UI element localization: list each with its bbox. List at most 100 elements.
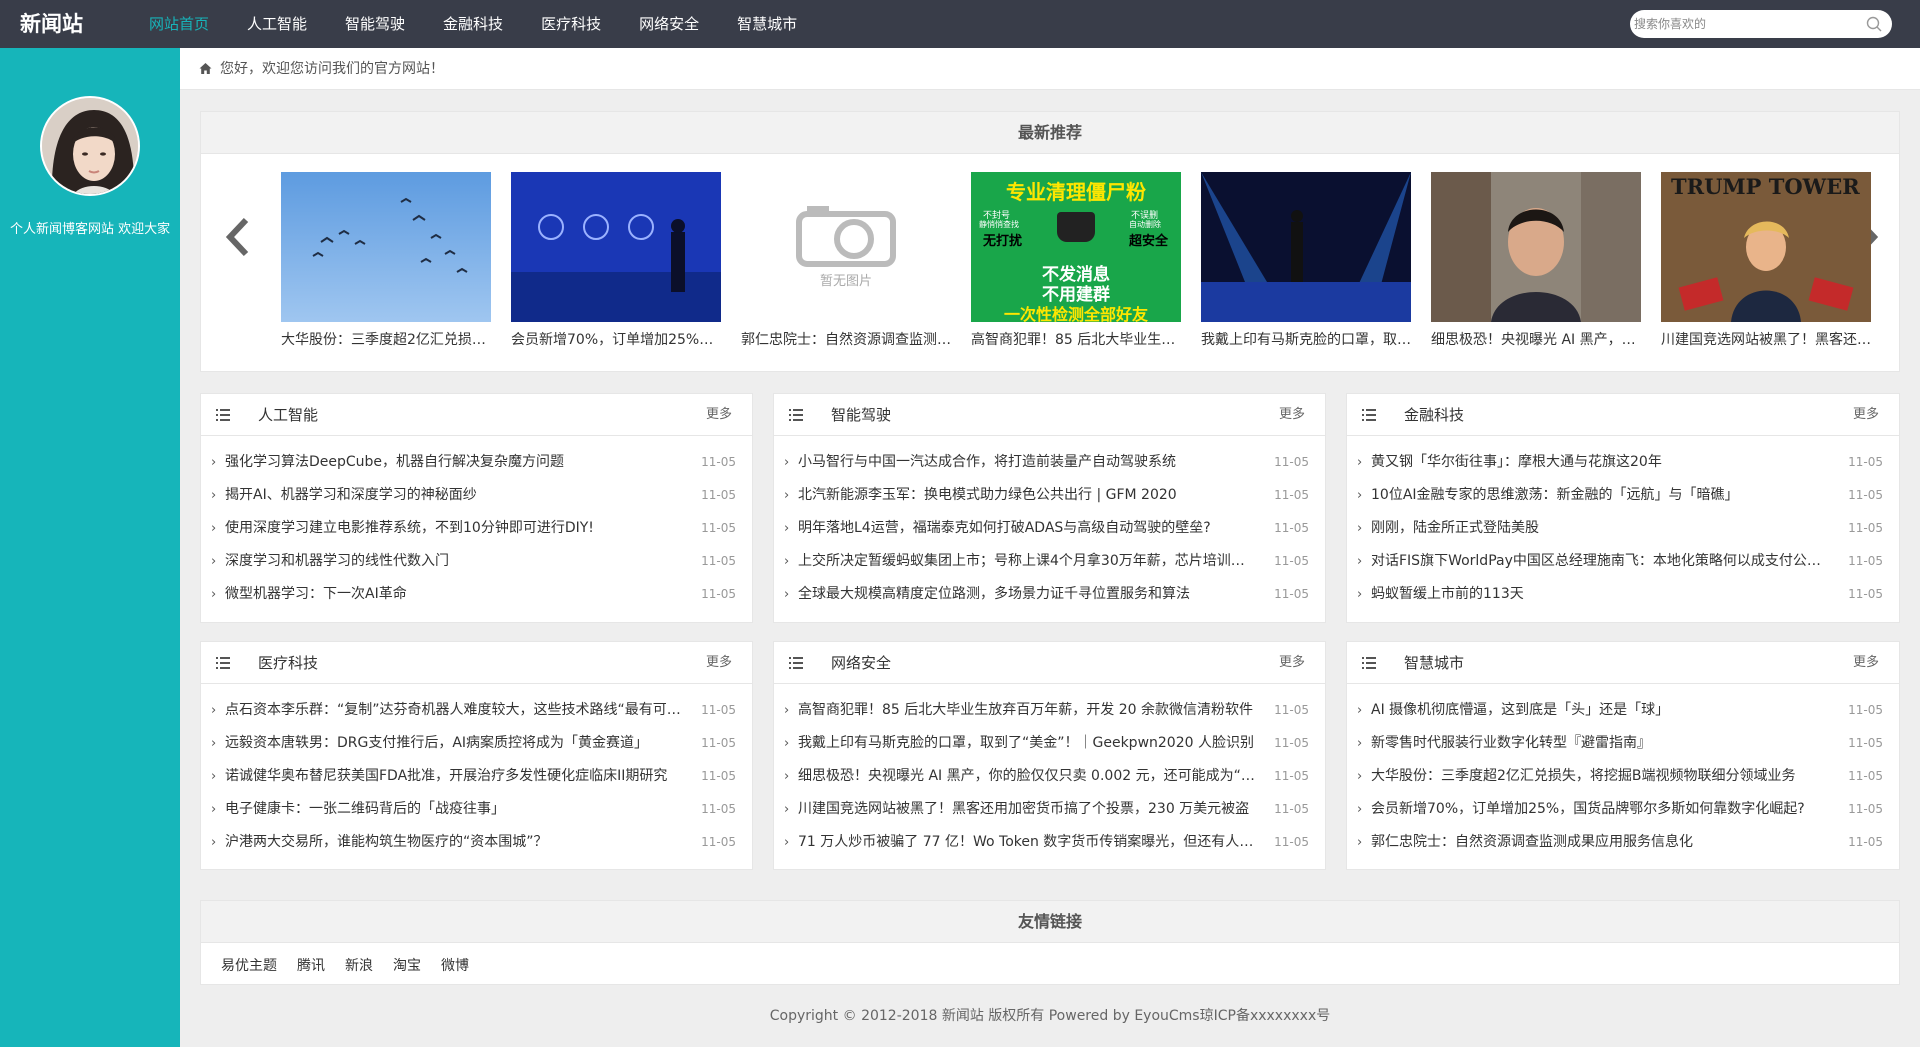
friend-link[interactable]: 新浪 [345,955,373,975]
nav-item-autodrive[interactable]: 智能驾驶 [326,0,424,48]
list-item[interactable]: › 高智商犯罪！85 后北大毕业生放弃百万年薪，开发 20 余款微信清粉软件 11-… [774,694,1325,727]
carousel-slide[interactable]: 暂无图片 郭仁忠院士：自然资源调查监测成果应用服务信息化 [741,172,951,349]
list-item[interactable]: › 我戴上印有马斯克脸的口罩，取到了“美金”！｜Geekpwn2020 人脸识别 1… [774,727,1325,760]
list-item[interactable]: › 使用深度学习建立电影推荐系统，不到10分钟即可进行DIY! 11-05 [201,512,752,545]
slide-caption[interactable]: 细思极恐！央视曝光 AI 黑产，你的脸仅仅只卖 0.002 元 [1431,329,1641,349]
avatar[interactable] [40,96,140,196]
slide-image[interactable] [1201,172,1411,322]
nav-item-smartcity[interactable]: 智慧城市 [718,0,816,48]
search-input[interactable] [1634,13,1854,35]
site-logo[interactable]: 新闻站 [20,0,83,48]
list-item[interactable]: › 强化学习算法DeepCube，机器自行解决复杂魔方问题 11-05 [201,446,752,479]
list-item[interactable]: › 71 万人炒币被骗了 77 亿！Wo Token 数字货币传销案曝光，但还有人… [774,826,1325,859]
article-title[interactable]: AI 摄像机彻底懵逼，这到底是「头」还是「球」 [1371,694,1831,727]
list-item[interactable]: › 明年落地L4运营，福瑞泰克如何打破ADAS与高级自动驾驶的壁垒? 11-05 [774,512,1325,545]
list-item[interactable]: › 新零售时代服装行业数字化转型『避雷指南』 11-05 [1347,727,1899,760]
more-link[interactable]: 更多 [1279,394,1305,436]
list-item[interactable]: › 郭仁忠院士：自然资源调查监测成果应用服务信息化 11-05 [1347,826,1899,859]
carousel-slide[interactable]: 我戴上印有马斯克脸的口罩，取到了“美金”！｜Geekpwn2020 人脸识别 [1201,172,1411,349]
slide-image[interactable] [1431,172,1641,322]
list-item[interactable]: › 会员新增70%，订单增加25%，国货品牌鄂尔多斯如何靠数字化崛起? 11-05 [1347,793,1899,826]
carousel-prev-arrow[interactable] [219,212,255,262]
list-item[interactable]: › 刚刚，陆金所正式登陆美股 11-05 [1347,512,1899,545]
article-title[interactable]: 细思极恐！央视曝光 AI 黑产，你的脸仅仅只卖 0.002 元，还可能成为“帮凶… [798,760,1258,793]
friend-link[interactable]: 易优主题 [221,955,277,975]
more-link[interactable]: 更多 [1279,642,1305,684]
slide-caption[interactable]: 高智商犯罪！85 后北大毕业生放弃百万年薪，开发 20 余款微信清粉软件 [971,329,1181,349]
article-title[interactable]: 强化学习算法DeepCube，机器自行解决复杂魔方问题 [225,446,685,479]
article-title[interactable]: 刚刚，陆金所正式登陆美股 [1371,512,1831,545]
friend-link[interactable]: 微博 [441,955,469,975]
list-item[interactable]: › 北汽新能源李玉军：换电模式助力绿色公共出行 | GFM 2020 11-05 [774,479,1325,512]
article-title[interactable]: 川建国竞选网站被黑了！黑客还用加密货币搞了个投票，230 万美元被盗 [798,793,1258,826]
slide-caption[interactable]: 大华股份：三季度超2亿汇兑损失，将挖掘B端视频物联细分领域业务 [281,329,491,349]
carousel-slide[interactable]: 细思极恐！央视曝光 AI 黑产，你的脸仅仅只卖 0.002 元 [1431,172,1641,349]
nav-item-ai[interactable]: 人工智能 [228,0,326,48]
article-title[interactable]: 电子健康卡：一张二维码背后的「战疫往事」 [225,793,685,826]
article-title[interactable]: 使用深度学习建立电影推荐系统，不到10分钟即可进行DIY! [225,512,685,545]
search-icon[interactable] [1866,16,1882,32]
article-title[interactable]: 微型机器学习：下一次AI革命 [225,578,685,611]
list-item[interactable]: › AI 摄像机彻底懵逼，这到底是「头」还是「球」 11-05 [1347,694,1899,727]
article-title[interactable]: 高智商犯罪！85 后北大毕业生放弃百万年薪，开发 20 余款微信清粉软件 [798,694,1258,727]
slide-caption[interactable]: 郭仁忠院士：自然资源调查监测成果应用服务信息化 [741,329,951,349]
slide-image[interactable]: 专业清理僵尸粉 不封号 不误删 静悄悄查找 自动删除 无打扰 超安全 不发消息 … [971,172,1181,322]
article-title[interactable]: 我戴上印有马斯克脸的口罩，取到了“美金”！｜Geekpwn2020 人脸识别 [798,727,1258,760]
article-title[interactable]: 小马智行与中国一汽达成合作，将打造前装量产自动驾驶系统 [798,446,1258,479]
article-title[interactable]: 大华股份：三季度超2亿汇兑损失，将挖掘B端视频物联细分领域业务 [1371,760,1831,793]
carousel-slide[interactable]: 专业清理僵尸粉 不封号 不误删 静悄悄查找 自动删除 无打扰 超安全 不发消息 … [971,172,1181,349]
slide-image[interactable] [281,172,491,322]
article-title[interactable]: 新零售时代服装行业数字化转型『避雷指南』 [1371,727,1831,760]
list-item[interactable]: › 沪港两大交易所，谁能构筑生物医疗的“资本围城”？ 11-05 [201,826,752,859]
friend-link[interactable]: 腾讯 [297,955,325,975]
article-title[interactable]: 北汽新能源李玉军：换电模式助力绿色公共出行 | GFM 2020 [798,479,1258,512]
article-title[interactable]: 对话FIS旗下WorldPay中国区总经理施南飞：本地化策略何以成支付公司出海关… [1371,545,1831,578]
list-item[interactable]: › 川建国竞选网站被黑了！黑客还用加密货币搞了个投票，230 万美元被盗 11-05 [774,793,1325,826]
friend-link[interactable]: 淘宝 [393,955,421,975]
article-title[interactable]: 揭开AI、机器学习和深度学习的神秘面纱 [225,479,685,512]
list-item[interactable]: › 远毅资本唐轶男：DRG支付推行后，AI病案质控将成为「黄金赛道」 11-05 [201,727,752,760]
list-item[interactable]: › 全球最大规模高精度定位路测，多场景力证千寻位置服务和算法 11-05 [774,578,1325,611]
nav-item-fintech[interactable]: 金融科技 [424,0,522,48]
more-link[interactable]: 更多 [1853,394,1879,436]
article-title[interactable]: 会员新增70%，订单增加25%，国货品牌鄂尔多斯如何靠数字化崛起? [1371,793,1831,826]
article-title[interactable]: 点石资本李乐群：“复制”达芬奇机器人难度较大，这些技术路线“最有可能” [225,694,685,727]
list-item[interactable]: › 揭开AI、机器学习和深度学习的神秘面纱 11-05 [201,479,752,512]
list-item[interactable]: › 黄又钢「华尔街往事」：摩根大通与花旗这20年 11-05 [1347,446,1899,479]
list-item[interactable]: › 蚂蚁暂缓上市前的113天 11-05 [1347,578,1899,611]
article-title[interactable]: 郭仁忠院士：自然资源调查监测成果应用服务信息化 [1371,826,1831,859]
slide-image[interactable] [511,172,721,322]
nav-item-security[interactable]: 网络安全 [620,0,718,48]
carousel-slide[interactable]: 大华股份：三季度超2亿汇兑损失，将挖掘B端视频物联细分领域业务 [281,172,491,349]
nav-item-medtech[interactable]: 医疗科技 [522,0,620,48]
slide-caption[interactable]: 我戴上印有马斯克脸的口罩，取到了“美金”！｜Geekpwn2020 人脸识别 [1201,329,1411,349]
more-link[interactable]: 更多 [1853,642,1879,684]
article-title[interactable]: 远毅资本唐轶男：DRG支付推行后，AI病案质控将成为「黄金赛道」 [225,727,685,760]
article-title[interactable]: 沪港两大交易所，谁能构筑生物医疗的“资本围城”？ [225,826,685,859]
slide-caption[interactable]: 川建国竞选网站被黑了！黑客还用加密货币搞了个投票 [1661,329,1871,349]
list-item[interactable]: › 点石资本李乐群：“复制”达芬奇机器人难度较大，这些技术路线“最有可能” 11-0… [201,694,752,727]
article-title[interactable]: 黄又钢「华尔街往事」：摩根大通与花旗这20年 [1371,446,1831,479]
list-item[interactable]: › 10位AI金融专家的思维激荡：新金融的「远航」与「暗礁」 11-05 [1347,479,1899,512]
list-item[interactable]: › 深度学习和机器学习的线性代数入门 11-05 [201,545,752,578]
more-link[interactable]: 更多 [706,394,732,436]
list-item[interactable]: › 上交所决定暂缓蚂蚁集团上市；号称上课4个月拿30万年薪，芯片培训班被曝光 11-… [774,545,1325,578]
list-item[interactable]: › 大华股份：三季度超2亿汇兑损失，将挖掘B端视频物联细分领域业务 11-05 [1347,760,1899,793]
article-title[interactable]: 明年落地L4运营，福瑞泰克如何打破ADAS与高级自动驾驶的壁垒? [798,512,1258,545]
nav-item-home[interactable]: 网站首页 [130,0,228,48]
article-title[interactable]: 71 万人炒币被骗了 77 亿！Wo Token 数字货币传销案曝光，但还有人在… [798,826,1258,859]
slide-image-placeholder[interactable]: 暂无图片 [741,172,951,322]
article-title[interactable]: 诺诚健华奥布替尼获美国FDA批准，开展治疗多发性硬化症临床II期研究 [225,760,685,793]
list-item[interactable]: › 细思极恐！央视曝光 AI 黑产，你的脸仅仅只卖 0.002 元，还可能成为“帮… [774,760,1325,793]
carousel-slide[interactable]: TRUMP TOWER 川建国竞选网站被黑了！黑客还用加密货币搞了个投票 [1661,172,1871,349]
article-title[interactable]: 全球最大规模高精度定位路测，多场景力证千寻位置服务和算法 [798,578,1258,611]
article-title[interactable]: 深度学习和机器学习的线性代数入门 [225,545,685,578]
article-title[interactable]: 10位AI金融专家的思维激荡：新金融的「远航」与「暗礁」 [1371,479,1831,512]
list-item[interactable]: › 微型机器学习：下一次AI革命 11-05 [201,578,752,611]
list-item[interactable]: › 小马智行与中国一汽达成合作，将打造前装量产自动驾驶系统 11-05 [774,446,1325,479]
list-item[interactable]: › 诺诚健华奥布替尼获美国FDA批准，开展治疗多发性硬化症临床II期研究 11-05 [201,760,752,793]
article-title[interactable]: 上交所决定暂缓蚂蚁集团上市；号称上课4个月拿30万年薪，芯片培训班被曝光 [798,545,1258,578]
article-title[interactable]: 蚂蚁暂缓上市前的113天 [1371,578,1831,611]
slide-caption[interactable]: 会员新增70%，订单增加25%，国货品牌鄂尔多斯如何靠数字化崛起? [511,329,721,349]
list-item[interactable]: › 电子健康卡：一张二维码背后的「战疫往事」 11-05 [201,793,752,826]
